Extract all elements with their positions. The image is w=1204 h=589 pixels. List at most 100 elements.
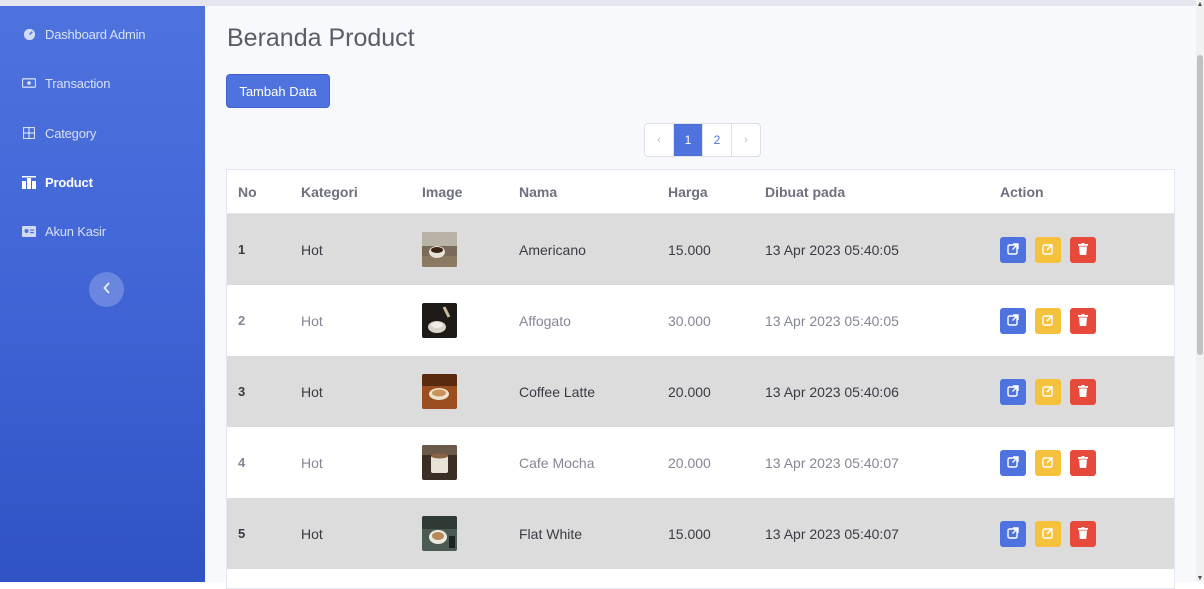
- row-harga: 15.000: [668, 241, 711, 258]
- view-button[interactable]: [1000, 520, 1026, 547]
- row-nama: Coffee Latte: [519, 383, 596, 400]
- product-thumbnail: [422, 445, 457, 480]
- row-kategori: Hot: [301, 383, 323, 400]
- scroll-thumb[interactable]: [1197, 55, 1203, 355]
- header-kategori: Kategori: [301, 183, 358, 200]
- edit-button[interactable]: [1035, 520, 1061, 547]
- trash-icon: [1078, 242, 1088, 258]
- page-scrollbar[interactable]: ▲ ▼: [1196, 0, 1204, 582]
- delete-button[interactable]: [1070, 307, 1096, 334]
- sidebar-item-label: Product: [45, 174, 93, 190]
- page-title: Beranda Product: [227, 24, 415, 52]
- edit-button[interactable]: [1035, 236, 1061, 263]
- table-row: 2 Hot Affogato 30.000 13 Apr 2023 05:40:…: [227, 285, 1174, 356]
- row-harga: 30.000: [668, 312, 711, 329]
- product-thumbnail: [422, 303, 457, 338]
- table-row: 5 Hot Flat White 15.000 13 Apr 2023 05:4…: [227, 498, 1174, 569]
- product-thumbnail: [422, 232, 457, 267]
- delete-button[interactable]: [1070, 236, 1096, 263]
- row-no: 4: [238, 455, 246, 470]
- scroll-down-icon[interactable]: ▼: [1196, 574, 1204, 582]
- row-image: [422, 427, 457, 498]
- sidebar-toggle-button[interactable]: [89, 272, 124, 307]
- row-nama: Americano: [519, 241, 586, 258]
- pagination-page-1[interactable]: 1: [674, 124, 703, 156]
- row-kategori: Hot: [301, 312, 323, 329]
- edit-icon: [1042, 313, 1054, 329]
- row-image: [422, 356, 457, 427]
- row-image: [422, 498, 457, 569]
- view-button[interactable]: [1000, 449, 1026, 476]
- product-thumbnail: [422, 516, 457, 551]
- row-dibuat-pada: 13 Apr 2023 05:40:05: [765, 241, 899, 258]
- delete-button[interactable]: [1070, 449, 1096, 476]
- header-no: No: [238, 183, 257, 200]
- row-no: 3: [238, 384, 246, 399]
- table-row: 3 Hot Coffee Latte 20.000 13 Apr 2023 05…: [227, 356, 1174, 427]
- row-actions: [1000, 356, 1105, 427]
- sidebar-item-product[interactable]: Product: [22, 171, 93, 193]
- view-button[interactable]: [1000, 307, 1026, 334]
- delete-button[interactable]: [1070, 520, 1096, 547]
- row-dibuat-pada: 13 Apr 2023 05:40:06: [765, 383, 899, 400]
- sidebar-item-label: Transaction: [45, 75, 111, 91]
- row-actions: [1000, 285, 1105, 356]
- row-image: [422, 285, 457, 356]
- row-actions: [1000, 498, 1105, 569]
- id-card-icon: [22, 224, 36, 238]
- product-icon: [22, 175, 36, 189]
- row-nama: Cafe Mocha: [519, 454, 595, 471]
- pagination-next-button[interactable]: ›: [732, 124, 760, 156]
- product-table: No Kategori Image Nama Harga Dibuat pada…: [226, 169, 1175, 589]
- row-no: 5: [238, 526, 246, 541]
- product-thumbnail: [422, 374, 457, 409]
- row-no: 1: [238, 242, 246, 257]
- delete-button[interactable]: [1070, 378, 1096, 405]
- trash-icon: [1078, 384, 1088, 400]
- sidebar-item-dashboard-admin[interactable]: Dashboard Admin: [22, 23, 146, 45]
- edit-button[interactable]: [1035, 449, 1061, 476]
- row-dibuat-pada: 13 Apr 2023 05:40:07: [765, 454, 899, 471]
- sidebar-item-transaction[interactable]: Transaction: [22, 72, 110, 94]
- external-link-icon: [1007, 384, 1019, 400]
- table-row: 1 Hot Americano 15.000 13 Apr 2023 05:40…: [227, 214, 1174, 285]
- table-row: 4 Hot Cafe Mocha 20.000 13 Apr 2023 05:4…: [227, 427, 1174, 498]
- sidebar-item-label: Category: [45, 125, 97, 141]
- edit-icon: [1042, 526, 1054, 542]
- scroll-up-icon[interactable]: ▲: [1196, 0, 1204, 8]
- sidebar-item-label: Akun Kasir: [45, 223, 106, 239]
- view-button[interactable]: [1000, 236, 1026, 263]
- sidebar: Dashboard Admin Transaction Category Pro…: [0, 0, 205, 582]
- pagination-page-2[interactable]: 2: [703, 124, 732, 156]
- edit-button[interactable]: [1035, 307, 1061, 334]
- external-link-icon: [1007, 242, 1019, 258]
- row-dibuat-pada: 13 Apr 2023 05:40:05: [765, 312, 899, 329]
- edit-icon: [1042, 455, 1054, 471]
- pagination: ‹ 1 2 ›: [644, 123, 761, 157]
- pagination-prev-button[interactable]: ‹: [645, 124, 674, 156]
- external-link-icon: [1007, 313, 1019, 329]
- sidebar-item-label: Dashboard Admin: [45, 26, 146, 42]
- row-harga: 20.000: [668, 383, 711, 400]
- view-button[interactable]: [1000, 378, 1026, 405]
- header-harga: Harga: [668, 183, 708, 200]
- row-nama: Flat White: [519, 525, 583, 542]
- edit-icon: [1042, 242, 1054, 258]
- row-kategori: Hot: [301, 525, 323, 542]
- chevron-left-icon: [102, 281, 111, 299]
- row-kategori: Hot: [301, 454, 323, 471]
- row-image: [422, 214, 457, 285]
- sidebar-item-akun-kasir[interactable]: Akun Kasir: [22, 220, 106, 242]
- grid-icon: [22, 126, 36, 140]
- trash-icon: [1078, 313, 1088, 329]
- header-action: Action: [1000, 183, 1044, 200]
- add-data-button[interactable]: Tambah Data: [226, 74, 330, 108]
- edit-button[interactable]: [1035, 378, 1061, 405]
- header-image: Image: [422, 183, 463, 200]
- header-dibuat-pada: Dibuat pada: [765, 183, 846, 200]
- row-actions: [1000, 214, 1105, 285]
- header-nama: Nama: [519, 183, 558, 200]
- row-kategori: Hot: [301, 241, 323, 258]
- row-no: 2: [238, 313, 246, 328]
- sidebar-item-category[interactable]: Category: [22, 122, 96, 144]
